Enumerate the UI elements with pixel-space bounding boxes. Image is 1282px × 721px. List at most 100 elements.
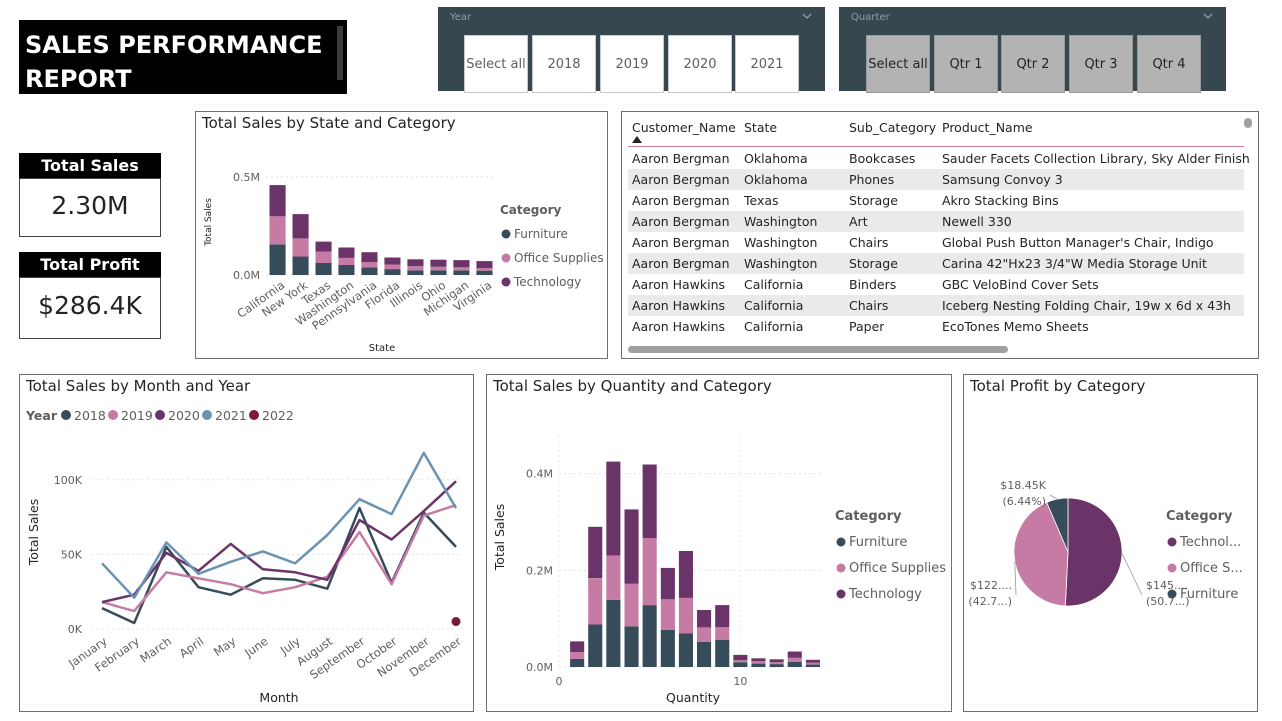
bar-furniture-washington[interactable] [338, 265, 355, 275]
bar-office-supplies-1[interactable] [570, 652, 585, 659]
bar-furniture-texas[interactable] [315, 263, 332, 275]
bar-office-supplies-3[interactable] [606, 555, 621, 600]
year-option-2019[interactable]: 2019 [600, 35, 664, 93]
vertical-scrollbar[interactable] [1244, 118, 1252, 128]
quarter-option-select-all[interactable]: Select all [866, 35, 930, 93]
legend-item-office-s[interactable]: Office S... [1180, 561, 1243, 576]
bar-office-supplies-6[interactable] [660, 599, 675, 630]
legend-item-2022[interactable]: 2022 [262, 408, 294, 423]
bar-technology-12[interactable] [769, 659, 784, 663]
bar-technology-9[interactable] [715, 605, 730, 628]
bar-furniture-11[interactable] [751, 663, 766, 667]
bar-office-supplies-5[interactable] [642, 537, 657, 606]
legend-item-2021[interactable]: 2021 [215, 408, 247, 423]
bar-technology-11[interactable] [751, 658, 766, 662]
legend-item-2018[interactable]: 2018 [74, 408, 106, 423]
table-row[interactable]: Aaron Hawkins California Binders GBC VeloBi… [628, 274, 1244, 295]
bar-office-supplies-14[interactable] [805, 662, 820, 665]
bar-furniture-florida[interactable] [384, 269, 401, 275]
bar-furniture-9[interactable] [715, 639, 730, 667]
point-series-2022[interactable] [451, 617, 461, 627]
year-option-2021[interactable]: 2021 [735, 35, 799, 93]
year-option-2020[interactable]: 2020 [668, 35, 732, 93]
bar-furniture-13[interactable] [787, 661, 802, 667]
bar-office-supplies-new-york[interactable] [292, 238, 309, 257]
chevron-down-icon[interactable] [801, 11, 813, 21]
bar-office-supplies-texas[interactable] [315, 251, 332, 263]
bar-office-supplies-illinois[interactable] [407, 266, 424, 271]
legend-item-2019[interactable]: 2019 [121, 408, 153, 423]
bar-technology-new-york[interactable] [292, 214, 309, 239]
column-header-sub-category[interactable]: Sub_Category [849, 120, 936, 135]
column-header-product-name[interactable]: Product_Name [942, 120, 1033, 135]
bar-furniture-illinois[interactable] [407, 270, 424, 275]
quarter-option-qtr-3[interactable]: Qtr 3 [1069, 35, 1133, 93]
bar-technology-pennsylvania[interactable] [361, 252, 378, 262]
table-row[interactable]: Aaron Bergman Texas Storage Akro Stacking B… [628, 190, 1244, 211]
bar-office-supplies-8[interactable] [697, 627, 712, 642]
year-option-2018[interactable]: 2018 [532, 35, 596, 93]
bar-technology-illinois[interactable] [407, 259, 424, 267]
bar-furniture-10[interactable] [733, 662, 748, 667]
bar-furniture-8[interactable] [697, 641, 712, 667]
sort-ascending-icon[interactable] [632, 136, 642, 143]
year-option-select-all[interactable]: Select all [464, 35, 528, 93]
bar-technology-michigan[interactable] [453, 260, 470, 268]
bar-furniture-virginia[interactable] [476, 270, 493, 275]
bar-technology-13[interactable] [787, 651, 802, 658]
legend-item-furniture[interactable]: Furniture [1180, 587, 1238, 602]
quarter-option-qtr-1[interactable]: Qtr 1 [934, 35, 998, 93]
horizontal-scrollbar[interactable] [628, 346, 1008, 353]
legend-item-furniture[interactable]: Furniture [514, 227, 568, 241]
table-row[interactable]: Aaron Bergman Washington Storage Carina 42"… [628, 253, 1244, 274]
bar-technology-2[interactable] [588, 526, 603, 578]
bar-furniture-3[interactable] [606, 599, 621, 667]
bar-office-supplies-13[interactable] [787, 657, 802, 662]
bar-office-supplies-2[interactable] [588, 578, 603, 625]
bar-technology-6[interactable] [660, 567, 675, 600]
table-row[interactable]: Aaron Bergman Oklahoma Bookcases Sauder Fac… [628, 148, 1250, 169]
bar-furniture-4[interactable] [624, 626, 639, 667]
bar-furniture-2[interactable] [588, 624, 603, 668]
bar-technology-14[interactable] [805, 659, 820, 663]
table-row[interactable]: Aaron Bergman Washington Art Newell 330 [628, 211, 1244, 232]
bar-technology-ohio[interactable] [430, 259, 447, 267]
bar-furniture-6[interactable] [660, 629, 675, 667]
bar-office-supplies-california[interactable] [269, 216, 286, 245]
table-row[interactable]: Aaron Hawkins California Chairs Iceberg Nes… [628, 295, 1244, 316]
bar-office-supplies-9[interactable] [715, 627, 730, 640]
bar-office-supplies-ohio[interactable] [430, 266, 447, 271]
legend-item-furniture[interactable]: Furniture [849, 535, 907, 550]
legend-item-technol[interactable]: Technol... [1179, 535, 1241, 550]
bar-furniture-michigan[interactable] [453, 270, 470, 275]
pie-slice-technology[interactable] [1064, 497, 1123, 607]
bar-office-supplies-florida[interactable] [384, 264, 401, 270]
chevron-down-icon[interactable] [1202, 11, 1214, 21]
bar-office-supplies-12[interactable] [769, 662, 784, 665]
bar-furniture-pennsylvania[interactable] [361, 267, 378, 275]
bar-technology-texas[interactable] [315, 241, 332, 252]
bar-technology-florida[interactable] [384, 257, 401, 265]
bar-technology-7[interactable] [678, 551, 693, 598]
column-header-customer-name[interactable]: Customer_Name [632, 120, 736, 135]
bar-technology-5[interactable] [642, 464, 657, 539]
bar-technology-california[interactable] [269, 185, 286, 217]
bar-furniture-5[interactable] [642, 605, 657, 667]
legend-item-office-supplies[interactable]: Office Supplies [849, 561, 946, 576]
quarter-option-qtr-2[interactable]: Qtr 2 [1001, 35, 1065, 93]
bar-office-supplies-pennsylvania[interactable] [361, 262, 378, 268]
table-row[interactable]: Aaron Bergman Oklahoma Phones Samsung Convo… [628, 169, 1244, 190]
bar-furniture-1[interactable] [570, 658, 585, 667]
bar-technology-virginia[interactable] [476, 261, 493, 268]
bar-technology-10[interactable] [733, 654, 748, 661]
bar-furniture-12[interactable] [769, 664, 784, 667]
bar-furniture-california[interactable] [269, 244, 286, 275]
bar-furniture-7[interactable] [678, 633, 693, 667]
bar-office-supplies-4[interactable] [624, 583, 639, 627]
bar-technology-1[interactable] [570, 641, 585, 652]
bar-office-supplies-10[interactable] [733, 660, 748, 663]
bar-technology-3[interactable] [606, 461, 621, 556]
bar-technology-4[interactable] [624, 509, 639, 584]
legend-item-2020[interactable]: 2020 [168, 408, 200, 423]
bar-technology-8[interactable] [697, 610, 712, 628]
